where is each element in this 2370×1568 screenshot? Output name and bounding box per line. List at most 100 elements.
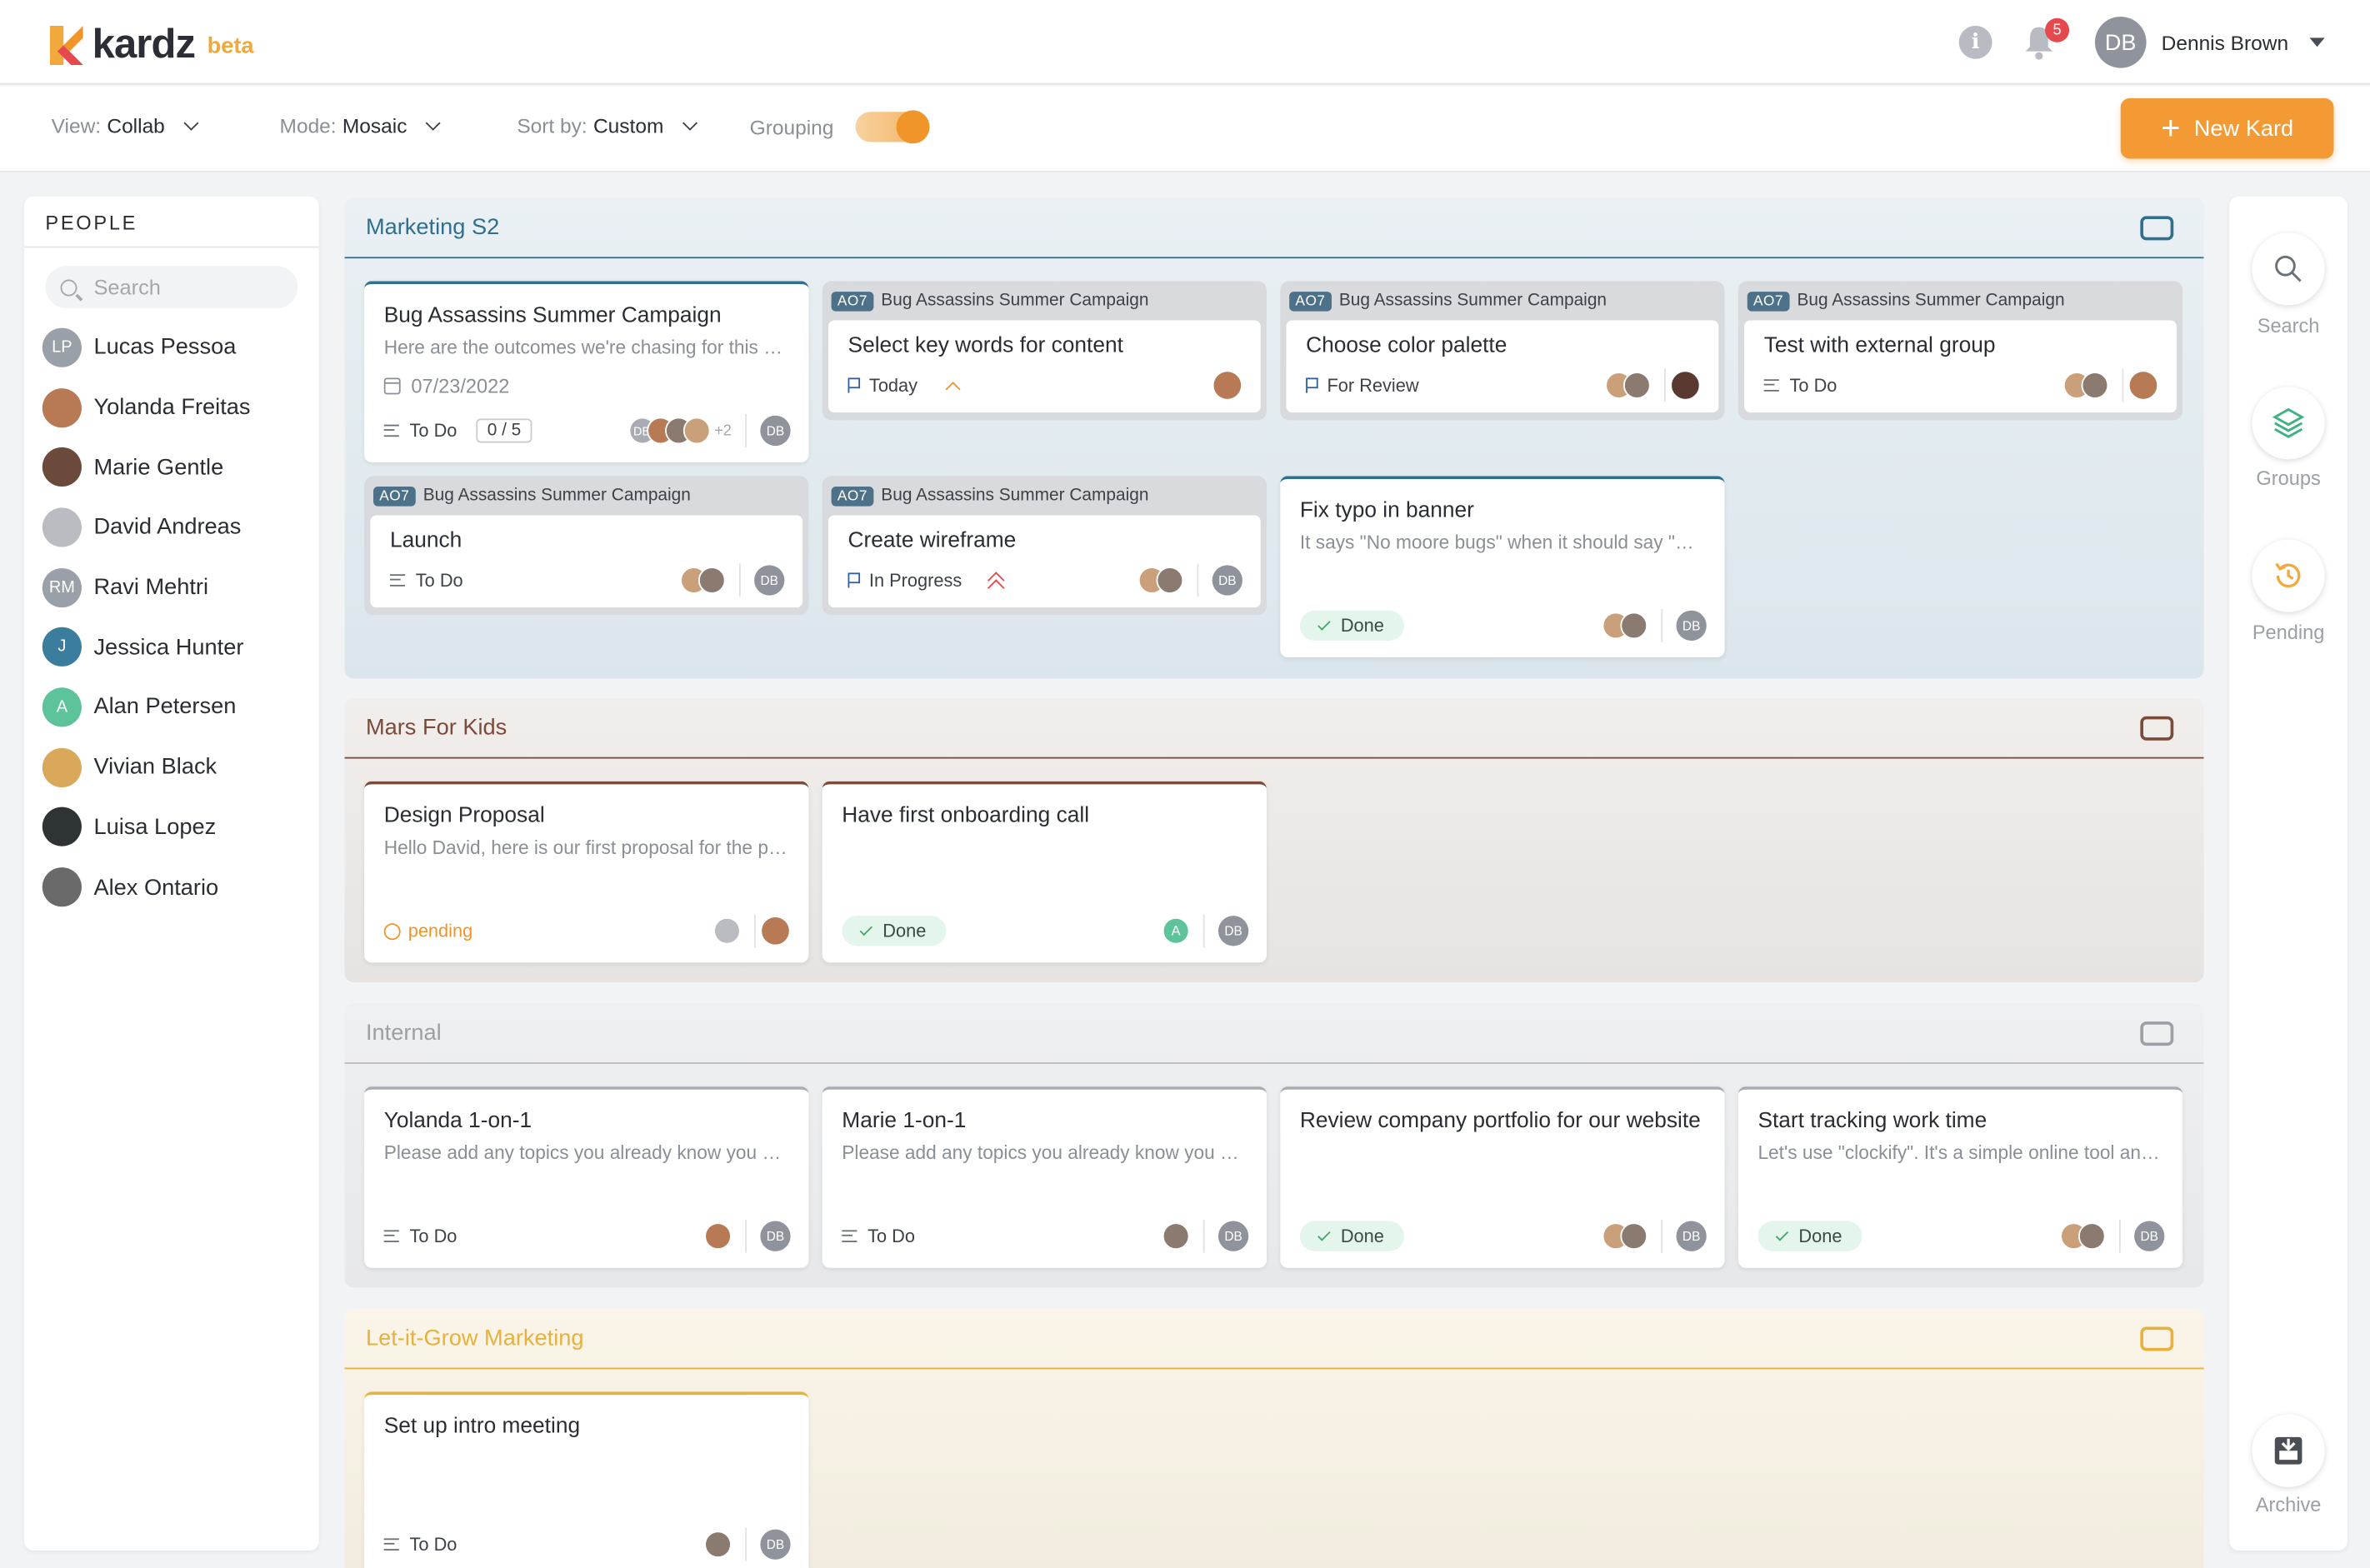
status-done[interactable]: Done (1758, 1221, 1862, 1251)
group-header[interactable]: Marketing S2 (344, 198, 2204, 259)
avatar (42, 447, 82, 487)
user-avatar[interactable]: DB (2094, 16, 2147, 68)
kard-title: Launch (389, 528, 462, 553)
rail-search-button[interactable] (2252, 232, 2325, 306)
person-item[interactable]: David Andreas (24, 497, 319, 557)
kard[interactable]: Start tracking work time Let's use "cloc… (1738, 1086, 2183, 1268)
kard-status: In Progress (868, 569, 962, 592)
assignees[interactable] (1602, 612, 1648, 640)
person-item[interactable]: RM Ravi Mehtri (24, 557, 319, 617)
mode-value: Mosaic (342, 114, 408, 138)
parent-kard[interactable]: AO7 Bug Assassins Summer Campaign (1738, 281, 2182, 320)
mode-selector[interactable]: Mode: Mosaic (280, 114, 442, 138)
kard[interactable]: Have first onboarding call Done A DB (822, 781, 1267, 963)
collapse-icon[interactable] (2140, 716, 2174, 741)
people-panel: PEOPLE Search LP Lucas Pessoa Yolanda Frei… (24, 196, 319, 1551)
kard[interactable]: Marie 1-on-1 Please add any topics you a… (822, 1086, 1267, 1268)
person-item[interactable]: J Jessica Hunter (24, 617, 319, 677)
sort-selector[interactable]: Sort by: Custom (517, 114, 698, 138)
parent-kard[interactable]: AO7 Bug Assassins Summer Campaign (1280, 281, 1724, 320)
assignees[interactable] (1602, 1222, 1648, 1251)
owner-avatar: DB (1676, 610, 1707, 642)
status-pending[interactable]: pending (383, 921, 472, 941)
kard-footer: pending (383, 914, 791, 948)
person-item[interactable]: A Alan Petersen (24, 677, 319, 737)
more-assignees: +2 (714, 422, 732, 439)
assignees[interactable] (1162, 1222, 1190, 1251)
kard-status: Done (882, 920, 927, 941)
assignees[interactable] (704, 1222, 732, 1251)
assignees[interactable] (1138, 567, 1184, 594)
user-name[interactable]: Dennis Brown (2162, 31, 2288, 53)
kard[interactable]: AO7 Bug Assassins Summer Campaign Launch … (364, 476, 809, 616)
kard[interactable]: Fix typo in banner It says "No moore bug… (1280, 476, 1725, 658)
grouping-label: Grouping (749, 115, 834, 138)
assignees[interactable] (2060, 1222, 2106, 1251)
people-search-input[interactable]: Search (45, 266, 298, 309)
sort-value: Custom (592, 114, 664, 138)
rail-pending-button[interactable] (2252, 539, 2325, 612)
owner-avatar: DB (760, 1529, 791, 1560)
group-header[interactable]: Internal (344, 1003, 2204, 1064)
person-item[interactable]: Vivian Black (24, 737, 319, 797)
assignees[interactable]: A (1162, 916, 1190, 945)
collapse-icon[interactable] (2140, 216, 2174, 241)
rail-archive-button[interactable] (2252, 1414, 2325, 1487)
parent-kard[interactable]: AO7 Bug Assassins Summer Campaign (822, 281, 1267, 320)
assignees[interactable]: DB (628, 417, 710, 445)
kard-description: Please add any topics you already know y… (842, 1142, 1247, 1164)
new-kard-button[interactable]: + New Kard (2120, 97, 2334, 159)
kard[interactable]: Yolanda 1-on-1 Please add any topics you… (364, 1086, 809, 1268)
kard[interactable]: Design Proposal Hello David, here is our… (364, 781, 809, 963)
kard[interactable]: AO7 Bug Assassins Summer Campaign Choose … (1280, 281, 1725, 421)
person-item[interactable]: Marie Gentle (24, 437, 319, 497)
kard[interactable]: AO7 Bug Assassins Summer Campaign Select … (822, 281, 1267, 421)
kard[interactable]: Review company portfolio for our website… (1280, 1086, 1725, 1268)
person-item[interactable]: Luisa Lopez (24, 797, 319, 857)
notifications-button[interactable]: 5 (2022, 17, 2070, 61)
person-name: Yolanda Freitas (93, 394, 251, 421)
assignees[interactable] (680, 567, 726, 594)
status-icon (383, 424, 399, 437)
avatar (1162, 1222, 1190, 1251)
kard-footer: To Do DB (383, 1219, 791, 1253)
kard[interactable]: Bug Assassins Summer Campaign Here are t… (364, 281, 809, 463)
status-icon (383, 1230, 399, 1242)
chevron-down-icon[interactable] (2309, 37, 2325, 47)
group-header[interactable]: Mars For Kids (344, 698, 2204, 759)
people-list: LP Lucas Pessoa Yolanda Freitas Marie Gentl… (24, 317, 319, 917)
collapse-icon[interactable] (2140, 1326, 2174, 1351)
person-item[interactable]: LP Lucas Pessoa (24, 317, 319, 377)
owner-avatar (2128, 370, 2159, 401)
status-done[interactable]: Done (1299, 1221, 1404, 1251)
right-rail: Search Groups Pending Archive (2229, 196, 2348, 1551)
kard[interactable]: Set up intro meeting To Do DB (364, 1391, 809, 1568)
status-done[interactable]: Done (842, 916, 946, 946)
grouping-toggle[interactable] (854, 110, 929, 144)
kard-title: Review company portfolio for our website (1299, 1109, 1701, 1134)
kard[interactable]: AO7 Bug Assassins Summer Campaign Test wi… (1738, 281, 2183, 421)
assignees[interactable] (713, 916, 741, 945)
owner-avatar: DB (1218, 916, 1249, 946)
assignees[interactable] (1212, 370, 1242, 401)
person-item[interactable]: Yolanda Freitas (24, 377, 319, 437)
parent-kard[interactable]: AO7 Bug Assassins Summer Campaign (364, 476, 808, 515)
assignees[interactable] (704, 1531, 732, 1559)
person-item[interactable]: Alex Ontario (24, 857, 319, 917)
status-done[interactable]: Done (1299, 610, 1404, 642)
info-icon[interactable]: i (1958, 25, 1992, 59)
logo[interactable]: kardz beta (49, 21, 254, 67)
kard-title: Create wireframe (848, 528, 1017, 553)
chevron-down-icon (682, 115, 698, 131)
kard[interactable]: AO7 Bug Assassins Summer Campaign Create … (822, 476, 1267, 616)
rail-groups-button[interactable] (2252, 387, 2325, 460)
kard-title: Test with external group (1763, 333, 1996, 358)
assignees[interactable] (1605, 372, 1651, 399)
assignees[interactable] (2062, 372, 2109, 399)
view-selector[interactable]: View: Collab (52, 115, 199, 137)
parent-kard[interactable]: AO7 Bug Assassins Summer Campaign (822, 476, 1267, 515)
group-header[interactable]: Let-it-Grow Marketing (344, 1309, 2204, 1370)
flag-icon (848, 377, 861, 393)
collapse-icon[interactable] (2140, 1021, 2174, 1046)
avatar (704, 1222, 732, 1251)
